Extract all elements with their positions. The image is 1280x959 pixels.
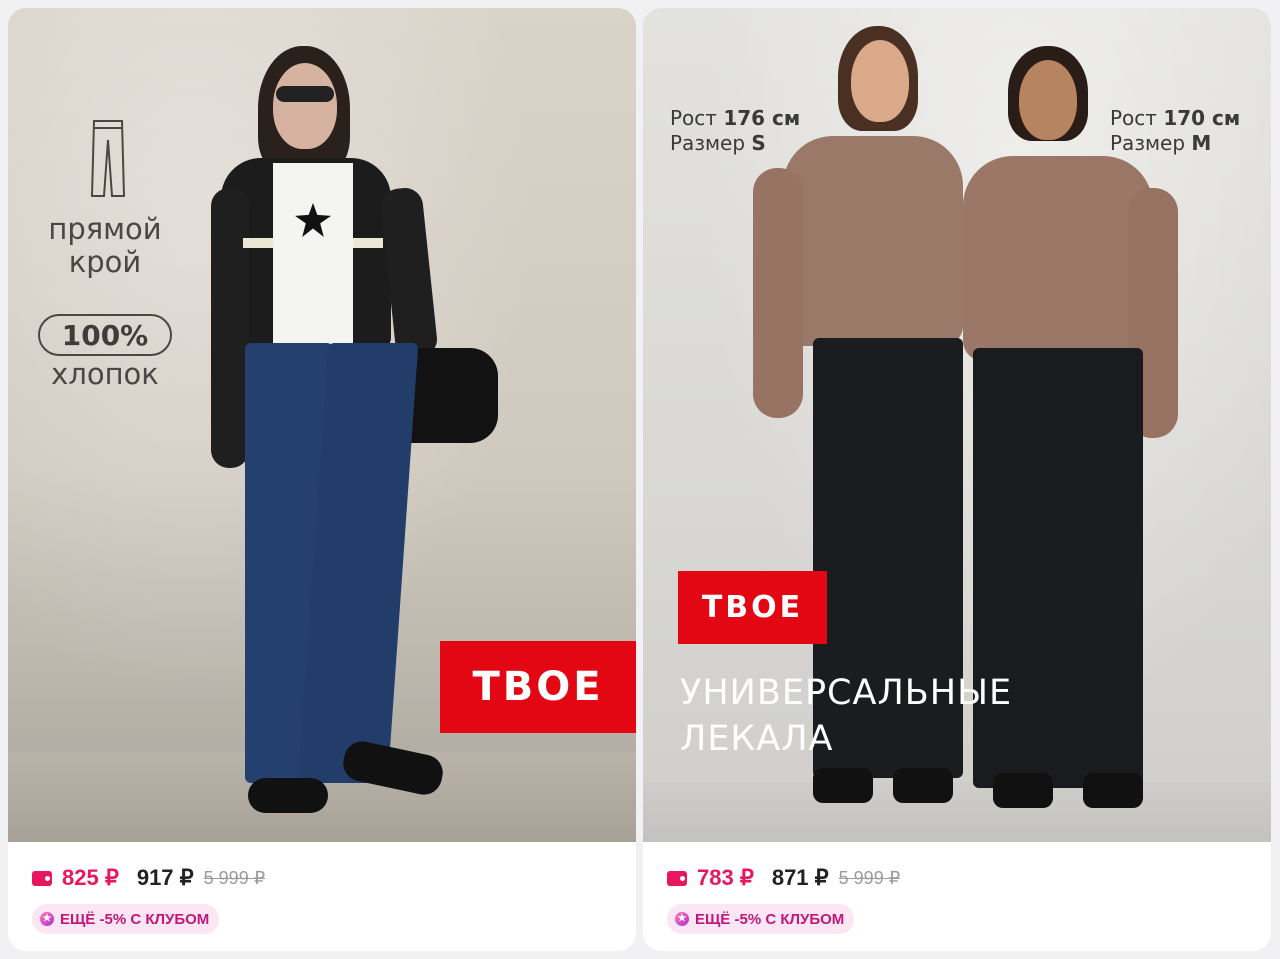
material-label: хлопок xyxy=(51,357,159,391)
model1-size-info: Рост 176 см Размер S xyxy=(670,106,801,155)
pants-icon xyxy=(88,118,128,198)
price-row: 783 ₽ 871 ₽ 5 999 ₽ xyxy=(667,863,900,893)
brand-logo: ТВОЕ xyxy=(440,641,636,733)
club-star-icon: ★ xyxy=(675,912,689,926)
product-card[interactable]: прямой крой 100% хлопок ТВОЕ 825 ₽ 917 ₽… xyxy=(8,8,636,951)
price: 871 ₽ xyxy=(771,865,829,890)
model-figure xyxy=(203,38,498,828)
product-photo[interactable]: Рост 176 см Размер S Рост 170 см Размер … xyxy=(643,8,1271,842)
club-label: ЕЩЁ -5% С КЛУБОМ xyxy=(695,910,845,928)
card-price: 783 ₽ xyxy=(697,865,754,890)
club-label: ЕЩЁ -5% С КЛУБОМ xyxy=(60,910,210,928)
club-discount-badge[interactable]: ★ ЕЩЁ -5% С КЛУБОМ xyxy=(32,904,220,934)
old-price: 5 999 ₽ xyxy=(203,867,266,888)
wallet-icon xyxy=(667,870,687,886)
product-card[interactable]: Рост 176 см Размер S Рост 170 см Размер … xyxy=(643,8,1271,951)
cut-label: прямой крой xyxy=(48,212,162,279)
price-row: 825 ₽ 917 ₽ 5 999 ₽ xyxy=(32,863,265,893)
product-photo[interactable]: прямой крой 100% хлопок ТВОЕ xyxy=(8,8,636,842)
club-discount-badge[interactable]: ★ ЕЩЁ -5% С КЛУБОМ xyxy=(667,904,855,934)
brand-logo: ТВОЕ xyxy=(678,571,827,644)
card-price: 825 ₽ xyxy=(62,865,119,890)
price: 917 ₽ xyxy=(136,865,194,890)
wallet-icon xyxy=(32,870,52,886)
old-price: 5 999 ₽ xyxy=(838,867,901,888)
cotton-percent-badge: 100% xyxy=(38,314,172,356)
headline: УНИВЕРСАЛЬНЫЕ ЛЕКАЛА xyxy=(680,673,1013,759)
model2-size-info: Рост 170 см Размер M xyxy=(1110,106,1241,155)
product-grid: прямой крой 100% хлопок ТВОЕ 825 ₽ 917 ₽… xyxy=(0,0,1280,959)
club-star-icon: ★ xyxy=(40,912,54,926)
